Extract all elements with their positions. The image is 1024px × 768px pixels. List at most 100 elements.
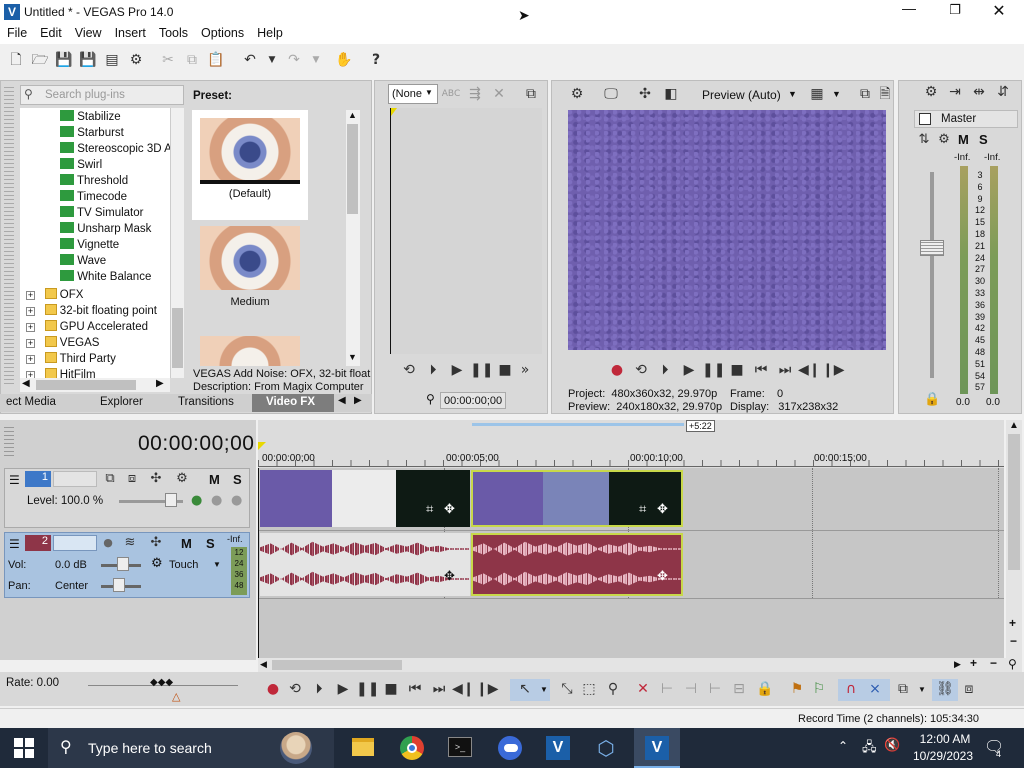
tab-transitions[interactable]: Transitions xyxy=(178,396,234,408)
zoom-tool-icon[interactable]: ⚲ xyxy=(1008,657,1017,671)
preview-device-icon[interactable]: 🖵 xyxy=(600,84,622,104)
terminal-icon[interactable]: >_ xyxy=(448,737,472,757)
cut-icon[interactable]: ✂ xyxy=(158,50,178,70)
expand-icon[interactable]: + xyxy=(26,355,35,364)
next-frame-icon[interactable]: ❙▶ xyxy=(476,679,499,699)
ignore-event-grouping-icon[interactable]: ⧈ xyxy=(958,679,980,699)
menu-insert[interactable]: Insert xyxy=(108,24,152,40)
open-folder-icon[interactable]: 🗁 xyxy=(30,50,50,70)
redo-icon[interactable]: ↷ xyxy=(284,50,304,70)
chevron-down-icon[interactable]: ▼ xyxy=(918,685,926,694)
preset-default[interactable]: (Default) xyxy=(192,110,308,220)
copy-icon[interactable]: ⧉ xyxy=(182,50,202,70)
split-screen-icon[interactable]: ✣ xyxy=(634,84,656,104)
tree-folder[interactable]: + 32-bit floating point xyxy=(26,304,157,320)
stop-icon[interactable]: ■ xyxy=(494,360,516,380)
tree-scrollbar[interactable] xyxy=(170,108,184,378)
save-as-icon[interactable]: 💾 xyxy=(78,50,98,70)
track-motion-icon[interactable]: ⧉ xyxy=(99,469,121,489)
loop-playback-icon[interactable]: ⟲ xyxy=(398,360,420,380)
play-icon[interactable]: ▶ xyxy=(678,360,700,380)
track-routing-icon[interactable]: ✣ xyxy=(145,533,167,553)
more-icon[interactable]: » xyxy=(514,360,536,380)
go-to-start-icon[interactable]: ⏮ xyxy=(750,360,772,380)
video-event-clip-selected[interactable]: ⌗ ✥ xyxy=(471,470,683,527)
track-solo-button[interactable]: S xyxy=(233,472,242,487)
pause-icon[interactable]: ❚❚ xyxy=(470,360,493,380)
track-solo-button[interactable]: S xyxy=(206,536,215,551)
play-from-start-icon[interactable]: ⏵ xyxy=(654,360,676,380)
zoom-in-icon[interactable]: + xyxy=(1009,616,1016,630)
trimmer-dropdown[interactable]: (None ▼ xyxy=(388,84,438,104)
lock-icon[interactable]: 🔒 xyxy=(924,392,940,407)
automation-gear-icon[interactable]: ⚙ xyxy=(151,556,163,571)
tree-item[interactable]: Stereoscopic 3D A xyxy=(60,142,170,158)
tree-folder[interactable]: + HitFilm xyxy=(26,368,96,378)
envelope-tool-icon[interactable]: ⤡ xyxy=(556,679,578,699)
tree-item[interactable]: Vignette xyxy=(60,238,119,254)
enable-snapping-icon[interactable]: ✋ xyxy=(334,50,354,70)
trim-icon[interactable]: ⊢ xyxy=(656,679,678,699)
tree-item[interactable]: Timecode xyxy=(60,190,127,206)
expand-icon[interactable]: + xyxy=(26,307,35,316)
track-fx-icon[interactable]: ≋ xyxy=(119,533,141,553)
lock-icon[interactable]: 🔒 xyxy=(754,679,776,699)
event-fx-icon[interactable]: ✥ xyxy=(657,502,668,517)
next-frame-icon[interactable]: ❙▶ xyxy=(822,360,845,380)
track-menu-icon[interactable]: ☰ xyxy=(9,473,20,487)
go-to-end-icon[interactable]: ⏭ xyxy=(774,360,796,380)
scroll-right-icon[interactable]: ▶ xyxy=(954,659,961,670)
insert-region-icon[interactable]: ⚐ xyxy=(808,679,830,699)
play-icon[interactable]: ▶ xyxy=(446,360,468,380)
trim-end-icon[interactable]: ⊢ xyxy=(704,679,726,699)
insert-fx-icon[interactable]: ⇅ xyxy=(913,130,935,150)
tab-project-media[interactable]: ect Media xyxy=(6,396,56,408)
snapping-magnet-icon[interactable]: ∩ xyxy=(840,679,862,699)
zoom-out-icon[interactable]: − xyxy=(990,656,997,670)
tree-folder[interactable]: + OFX xyxy=(26,288,83,304)
network-icon[interactable]: 🖧 xyxy=(862,738,877,760)
new-file-icon[interactable]: 🗋 xyxy=(6,50,26,70)
vegas-app-icon-active[interactable]: V xyxy=(645,736,669,760)
master-solo-button[interactable]: S xyxy=(979,132,988,147)
mixer-routing-icon[interactable]: ⇵ xyxy=(992,82,1014,102)
taskbar-search-input[interactable]: Type here to search xyxy=(88,740,212,756)
level-slider-handle[interactable] xyxy=(165,493,177,507)
preview-quality-dropdown[interactable]: Preview (Auto) xyxy=(702,88,781,102)
scroll-left-icon[interactable]: ◀ xyxy=(260,659,267,670)
clock-time[interactable]: 12:00 AM xyxy=(914,732,976,746)
video-preview-frame[interactable] xyxy=(568,110,886,350)
track-fx-icon[interactable]: ⧈ xyxy=(121,469,143,489)
composite-parent-icon[interactable]: ● xyxy=(211,493,222,508)
rate-slider-handle[interactable]: ◆◆◆ xyxy=(150,677,173,688)
video-track-header[interactable]: ☰ 1 ⧉ ⧈ ✣ ⚙ M S Level: 100.0 % ● ● ● xyxy=(4,468,250,528)
normal-edit-tool-icon[interactable]: ↖ xyxy=(514,679,536,699)
chevron-down-icon[interactable]: ▼ xyxy=(788,89,797,99)
copy-frame-icon[interactable]: ⧉ xyxy=(520,84,542,104)
close-button[interactable]: ✕ xyxy=(986,0,1012,22)
expand-icon[interactable]: + xyxy=(26,339,35,348)
tree-folder[interactable]: + GPU Accelerated xyxy=(26,320,148,336)
chevron-down-icon[interactable]: ▼ xyxy=(213,560,221,569)
chevron-down-icon[interactable]: ▼ xyxy=(832,89,841,99)
selection-tool-icon[interactable]: ⬚ xyxy=(578,679,600,699)
menu-options[interactable]: Options xyxy=(194,24,250,40)
mixer-narrow-icon[interactable]: ⇥ xyxy=(944,82,966,102)
delete-icon[interactable]: ✕ xyxy=(488,84,510,104)
previous-frame-icon[interactable]: ◀❙ xyxy=(452,679,475,699)
virtualbox-icon[interactable]: ⬡ xyxy=(594,736,618,760)
insert-marker-icon[interactable]: ⚑ xyxy=(786,679,808,699)
event-fx-icon[interactable]: ✥ xyxy=(444,502,455,517)
timeline-vscrollbar[interactable]: ▲ + − xyxy=(1006,420,1022,658)
crop-icon[interactable]: ⌗ xyxy=(639,502,646,517)
overlays-icon[interactable]: ◧ xyxy=(660,84,682,104)
notification-icon[interactable]: 🗨 xyxy=(984,737,1004,756)
stop-icon[interactable]: ■ xyxy=(380,679,402,699)
save-icon[interactable]: 💾 xyxy=(54,50,74,70)
timeline-hscrollbar[interactable]: ◀ ▶ + − ⚲ xyxy=(258,656,1022,672)
tree-item[interactable]: Stabilize xyxy=(60,110,121,126)
windows-start-icon[interactable] xyxy=(14,738,34,758)
crop-icon[interactable]: ⌗ xyxy=(426,502,433,517)
audio-event-clip-selected[interactable]: ✥ xyxy=(471,533,683,596)
track-mute-button[interactable]: M xyxy=(209,472,220,487)
